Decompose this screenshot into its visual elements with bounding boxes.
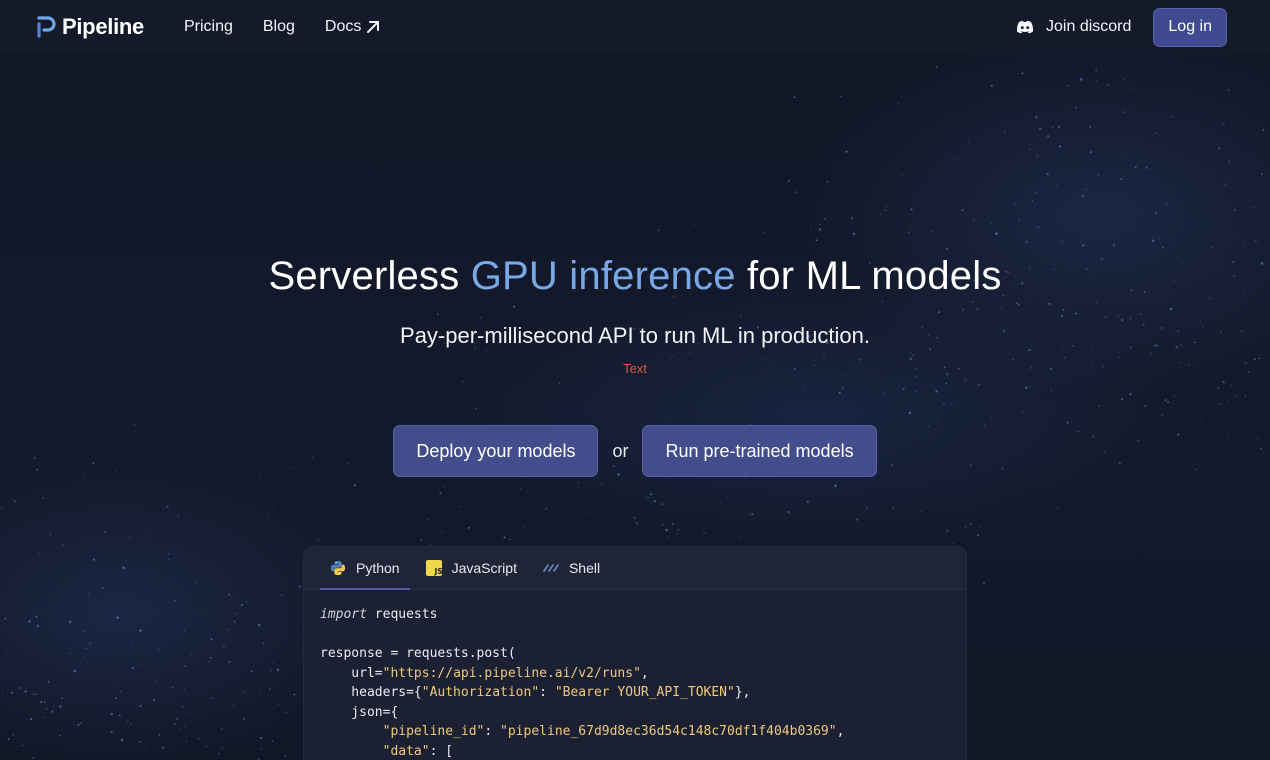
code-text: : [ bbox=[429, 743, 454, 759]
hero-subtitle: Pay-per-millisecond API to run ML in pro… bbox=[400, 323, 870, 348]
nav-link-docs[interactable]: Docs bbox=[325, 18, 380, 36]
nav-link-blog[interactable]: Blog bbox=[263, 18, 295, 36]
code-string: "pipeline_id" bbox=[382, 724, 485, 739]
svg-text:JS: JS bbox=[433, 567, 442, 576]
brand-name: Pipeline bbox=[62, 14, 144, 39]
tab-shell[interactable]: Shell bbox=[533, 547, 610, 589]
tab-shell-label: Shell bbox=[568, 560, 601, 576]
code-string: "pipeline_67d9d8ec36d54c148c70df1f404b03… bbox=[500, 724, 837, 739]
code-example-panel: Python JS JavaScript Shell import reques… bbox=[303, 546, 967, 760]
run-pretrained-button[interactable]: Run pre-trained models bbox=[642, 425, 877, 477]
code-text: json={ bbox=[320, 704, 399, 720]
code-string: "Bearer YOUR_API_TOKEN" bbox=[554, 685, 735, 700]
code-string: "data" bbox=[382, 743, 430, 759]
tab-javascript-label: JavaScript bbox=[451, 560, 517, 576]
code-keyword: import bbox=[320, 607, 367, 622]
python-icon bbox=[331, 561, 345, 575]
code-text: : bbox=[539, 685, 555, 700]
external-link-icon bbox=[367, 21, 380, 33]
join-discord-link[interactable]: Join discord bbox=[1016, 18, 1131, 36]
code-text: , bbox=[836, 724, 845, 739]
top-nav: Pipeline Pricing Blog Docs Join discord … bbox=[0, 0, 1270, 54]
nav-link-pricing[interactable]: Pricing bbox=[184, 18, 233, 36]
code-text: }, bbox=[734, 685, 751, 700]
tab-javascript[interactable]: JS JavaScript bbox=[416, 547, 527, 589]
shell-icon bbox=[543, 564, 559, 572]
javascript-icon: JS bbox=[425, 560, 442, 576]
nav-links: Pricing Blog Docs bbox=[184, 18, 380, 36]
deploy-models-button[interactable]: Deploy your models bbox=[393, 425, 599, 477]
code-string: "https://api.pipeline.ai/v2/runs" bbox=[382, 665, 641, 681]
code-text: response = requests.post( bbox=[320, 646, 516, 661]
code-tabs: Python JS JavaScript Shell bbox=[304, 547, 966, 590]
hero-headline: Serverless GPU inference for ML models bbox=[0, 254, 1270, 299]
discord-icon bbox=[1016, 20, 1034, 34]
tab-python-label: Python bbox=[356, 560, 400, 576]
headline-post: for ML models bbox=[735, 254, 1002, 298]
code-block[interactable]: import requests response = requests.post… bbox=[304, 590, 966, 760]
headline-pre: Serverless bbox=[268, 254, 471, 298]
hero-note: Text bbox=[623, 361, 647, 376]
join-discord-label: Join discord bbox=[1046, 18, 1132, 35]
code-text: url= bbox=[320, 665, 383, 681]
code-text: requests bbox=[366, 607, 438, 622]
logo[interactable]: Pipeline bbox=[36, 14, 144, 40]
login-button[interactable]: Log in bbox=[1153, 7, 1227, 47]
tab-python[interactable]: Python bbox=[320, 547, 410, 590]
code-text: : bbox=[484, 724, 501, 739]
cta-group: Deploy your models or Run pre-trained mo… bbox=[0, 425, 1270, 477]
nav-link-docs-label: Docs bbox=[324, 18, 362, 35]
hero: Serverless GPU inference for ML models P… bbox=[0, 254, 1270, 376]
code-string: "Authorization" bbox=[421, 685, 540, 700]
headline-accent: GPU inference bbox=[470, 254, 736, 298]
cta-or-text: or bbox=[612, 440, 629, 461]
pipeline-logo-icon bbox=[37, 16, 56, 38]
code-text: headers={ bbox=[320, 685, 422, 700]
code-text: , bbox=[640, 665, 649, 681]
